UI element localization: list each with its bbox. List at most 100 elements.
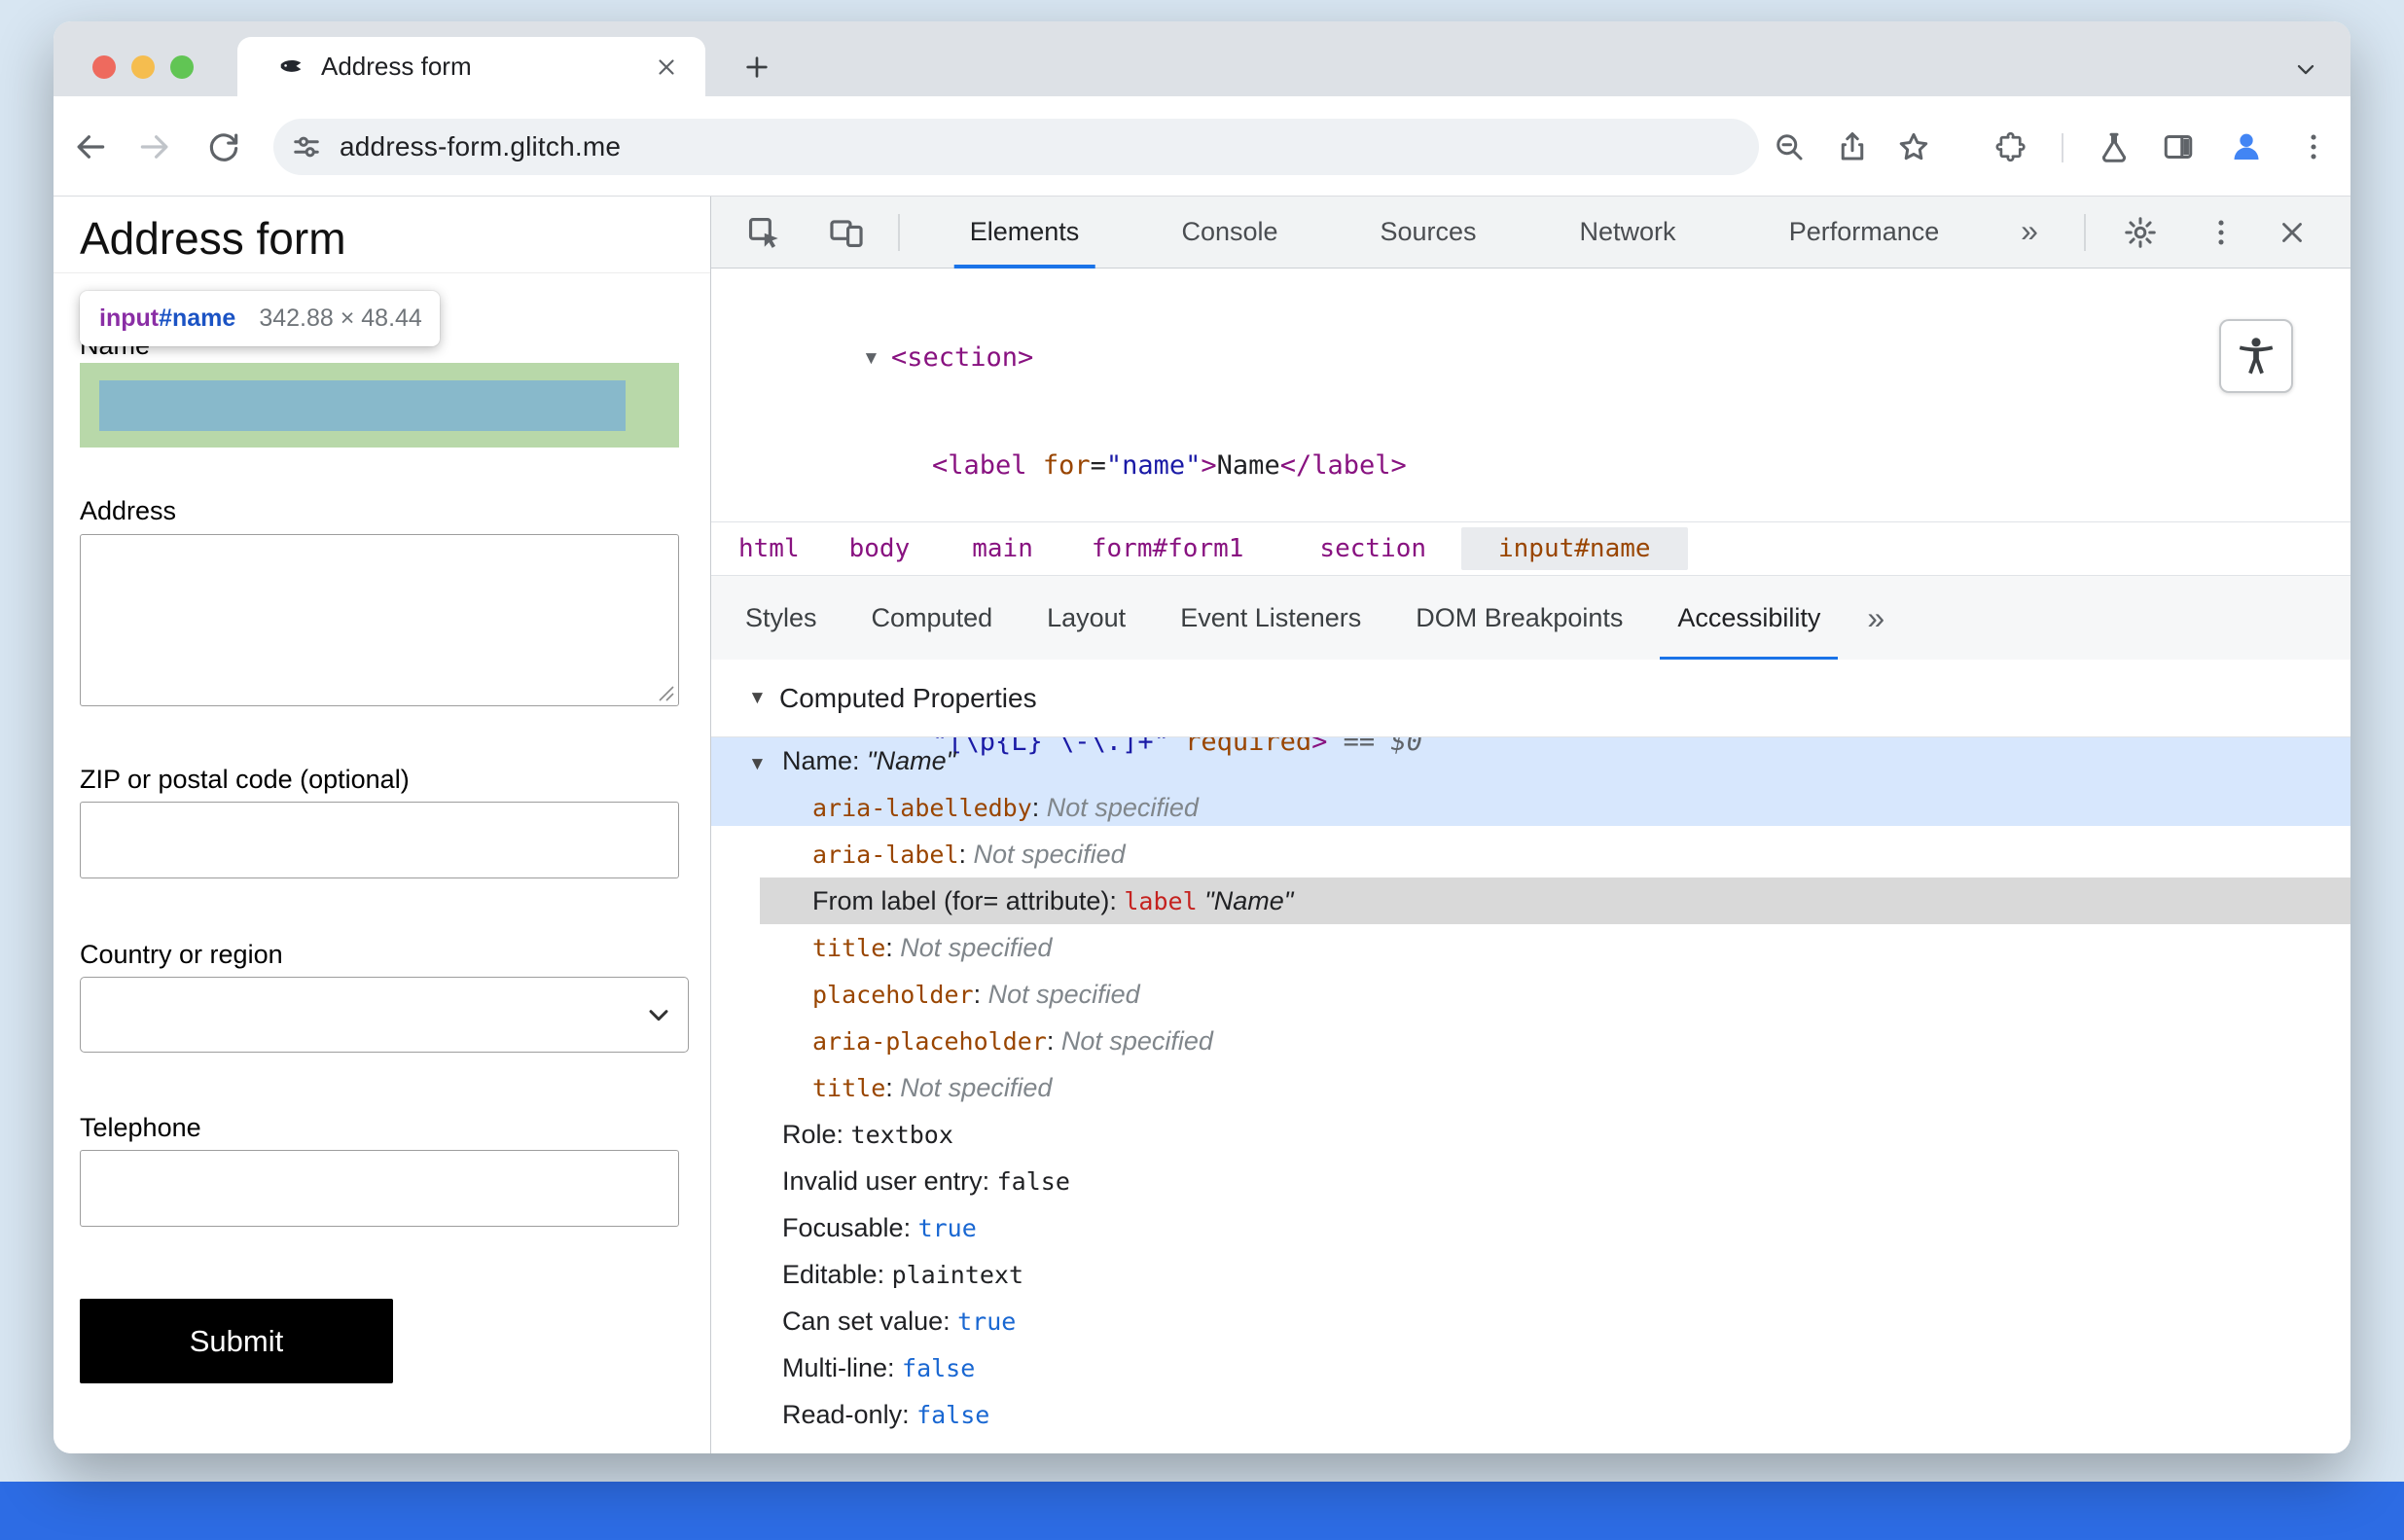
window-minimize-button[interactable] (131, 55, 155, 79)
profile-avatar[interactable] (2219, 120, 2274, 174)
breadcrumb-section[interactable]: section (1319, 534, 1426, 563)
inspect-cursor-icon (748, 217, 778, 248)
subtab-accessibility[interactable]: Accessibility (1650, 576, 1848, 661)
new-tab-button[interactable] (734, 44, 780, 90)
devtools-settings-button[interactable] (2113, 205, 2168, 260)
devtools-close-button[interactable] (2265, 205, 2319, 260)
ns-token: Not specified (900, 933, 1053, 962)
mb-token: true (957, 1307, 1017, 1336)
breadcrumb-body[interactable]: body (849, 534, 911, 563)
more-subtabs-button[interactable]: » (1848, 600, 1904, 636)
breadcrumb-input-selected[interactable]: input#name (1461, 527, 1688, 570)
s-token: : (958, 840, 974, 869)
iq-token: "Name" (867, 746, 956, 775)
address-field-label: Address (80, 496, 177, 525)
address-textarea[interactable] (80, 534, 679, 706)
window-zoom-button[interactable] (170, 55, 194, 79)
labs-button[interactable] (2087, 120, 2141, 174)
expander-icon[interactable]: ▼ (748, 688, 779, 709)
subtab-styles[interactable]: Styles (718, 576, 844, 661)
submit-button[interactable]: Submit (80, 1299, 393, 1383)
browser-window: Address form address-form.glitch.me Addr… (54, 21, 2350, 1453)
forward-button[interactable] (127, 120, 182, 174)
desktop-background: Address form address-form.glitch.me Addr… (0, 0, 2404, 1540)
ax-row-aria-labelledby: aria-labelledby: Not specified (711, 784, 2350, 831)
s-token: : (1031, 793, 1047, 822)
address-bar[interactable]: address-form.glitch.me (273, 119, 1759, 175)
computed-properties-title: Computed Properties (779, 682, 1037, 713)
breadcrumb-html[interactable]: html (738, 534, 800, 563)
dom-node-section-open[interactable]: ▼ <section> (711, 334, 2350, 381)
devtools-tab-performance[interactable]: Performance (1770, 197, 1959, 269)
ax-row-from-label[interactable]: From label (for= attribute): label "Name… (760, 877, 2350, 924)
side-panel-button[interactable] (2151, 120, 2206, 174)
tab-search-chevron-button[interactable] (2282, 46, 2329, 92)
ax-row-invalid-user-entry: Invalid user entry: false (711, 1158, 2350, 1204)
an-token: placeholder (812, 981, 974, 1009)
ax-row-aria-placeholder: aria-placeholder: Not specified (711, 1018, 2350, 1064)
tab-close-icon[interactable] (649, 50, 684, 85)
star-icon (1899, 132, 1928, 161)
ns-token: Not specified (973, 840, 1126, 869)
resize-handle-icon[interactable] (657, 684, 676, 703)
mc-token: plaintext (891, 1261, 1024, 1289)
tab-title: Address form (321, 52, 472, 81)
devtools-tab-elements[interactable]: Elements (951, 197, 1099, 269)
chevron-down-icon (643, 999, 674, 1030)
a-token: for (1042, 450, 1091, 481)
zip-input[interactable] (80, 802, 679, 878)
navigation-bar: address-form.glitch.me (54, 96, 2350, 197)
more-tabs-button[interactable]: » (2021, 197, 2038, 269)
elements-subtabs: Styles Computed Layout Event Listeners D… (711, 575, 2350, 661)
accessibility-overlay-button[interactable] (2219, 319, 2293, 393)
site-info-button[interactable] (289, 129, 324, 164)
subtab-event-listeners[interactable]: Event Listeners (1153, 576, 1388, 661)
s-token: Can set value: (782, 1307, 958, 1336)
computed-properties-header[interactable]: ▼ Computed Properties (711, 660, 2350, 737)
devtools-tab-console[interactable]: Console (1162, 197, 1297, 269)
ax-row-name[interactable]: ▼ Name: "Name" (711, 737, 2350, 784)
ax-row-aria-label: aria-label: Not specified (711, 831, 2350, 877)
zoom-button[interactable] (1762, 120, 1816, 174)
expander-icon[interactable]: ▼ (862, 335, 891, 382)
ax-row-focusable: Focusable: true (711, 1204, 2350, 1251)
telephone-input[interactable] (80, 1150, 679, 1227)
s-token: : (1046, 1026, 1061, 1056)
reload-button[interactable] (197, 120, 251, 174)
window-close-button[interactable] (92, 55, 116, 79)
breadcrumb-form[interactable]: form#form1 (1092, 534, 1244, 563)
ax-row-title-2: title: Not specified (711, 1064, 2350, 1111)
an-token: title (812, 1074, 886, 1102)
s-token: Invalid user entry: (782, 1166, 997, 1196)
share-button[interactable] (1825, 120, 1880, 174)
dom-node-label[interactable]: <label for="name">Name</label> (711, 442, 2350, 489)
subtab-computed[interactable]: Computed (844, 576, 1021, 661)
p-token: = (1090, 450, 1106, 481)
breadcrumb-main[interactable]: main (972, 534, 1033, 563)
extensions-button[interactable] (1985, 120, 2039, 174)
device-toolbar-button[interactable] (819, 205, 874, 260)
t-token: > (1201, 450, 1217, 481)
expander-icon[interactable]: ▼ (748, 741, 782, 788)
bookmark-button[interactable] (1886, 120, 1941, 174)
browser-tab[interactable]: Address form (237, 37, 705, 96)
s-token: Multi-line: (782, 1353, 903, 1382)
plus-icon (746, 56, 768, 78)
chevron-down-icon (2297, 64, 2314, 75)
close-icon (2282, 223, 2302, 242)
inspect-element-button[interactable] (736, 205, 791, 260)
browser-menu-button[interactable] (2286, 120, 2341, 174)
breadcrumb: html body main form#form1 section input#… (711, 521, 2350, 575)
back-button[interactable] (63, 120, 118, 174)
ax-row-multi-line: Multi-line: false (711, 1344, 2350, 1391)
country-select[interactable] (80, 977, 689, 1053)
ns-token: Not specified (1046, 793, 1199, 822)
subtab-dom-breakpoints[interactable]: DOM Breakpoints (1388, 576, 1650, 661)
devtools-menu-button[interactable] (2194, 205, 2248, 260)
devtools-tab-network[interactable]: Network (1560, 197, 1695, 269)
s-token: Editable: (782, 1260, 892, 1289)
s-token: : (885, 1073, 901, 1102)
devtools-tab-sources[interactable]: Sources (1360, 197, 1495, 269)
subtab-layout[interactable]: Layout (1020, 576, 1153, 661)
accessibility-properties: ▼ Name: "Name" aria-labelledby: Not speci… (711, 737, 2350, 1438)
